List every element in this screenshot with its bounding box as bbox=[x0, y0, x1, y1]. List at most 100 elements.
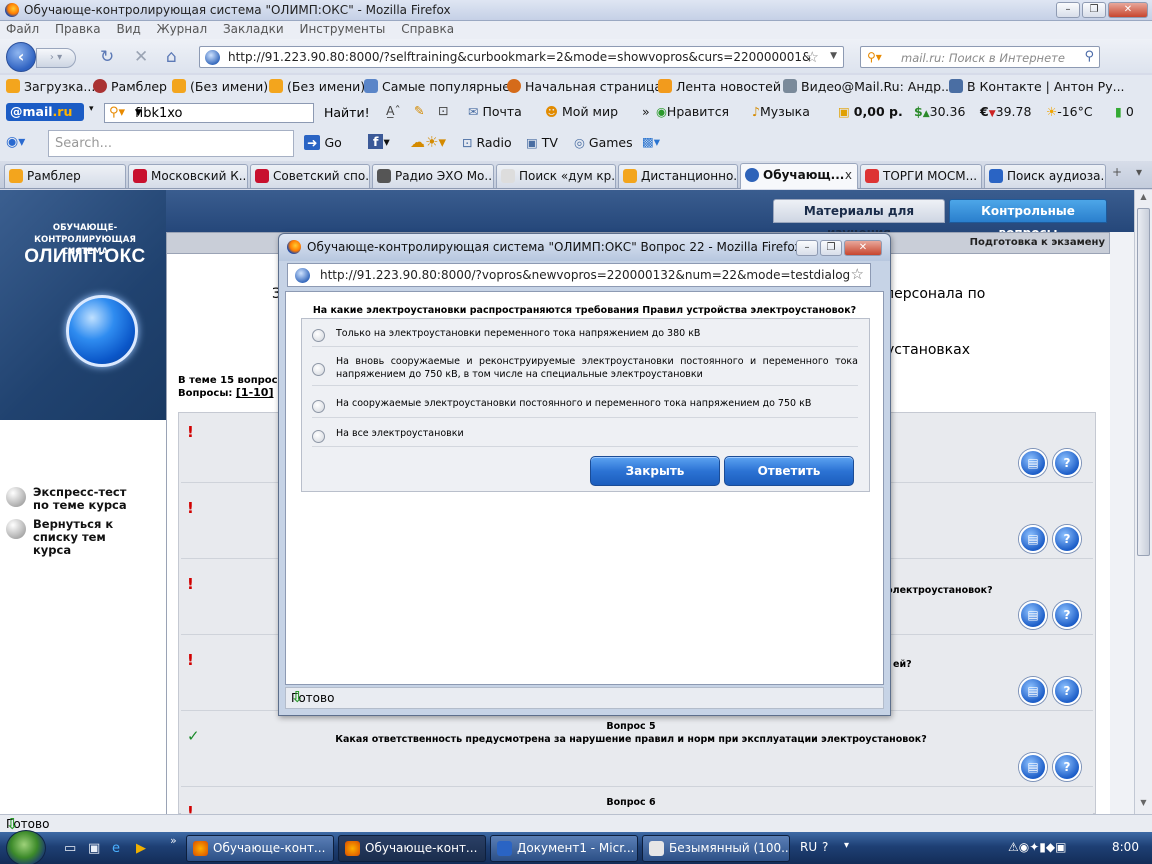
materials-round-button[interactable]: ▤ bbox=[1019, 677, 1047, 705]
quicklaunch-more-icon[interactable]: » bbox=[170, 834, 177, 847]
bookmark-item[interactable]: Лента новостей bbox=[658, 79, 781, 94]
questions-range-link[interactable]: [1-10] bbox=[236, 386, 274, 399]
back-button[interactable]: ‹ bbox=[6, 42, 36, 72]
web-search-box[interactable]: ⚲▾ mail.ru: Поиск в Интернете ⚲ bbox=[860, 46, 1100, 68]
help-round-button[interactable]: ? bbox=[1053, 753, 1081, 781]
switch-windows-icon[interactable]: ▣ bbox=[88, 841, 100, 856]
minimize-button[interactable]: – bbox=[1056, 2, 1080, 18]
eur-rate[interactable]: €▼39.78 bbox=[980, 104, 1031, 119]
radio-button[interactable]: ⊡ Radio bbox=[462, 135, 512, 150]
tab-rambler[interactable]: Рамблер bbox=[4, 164, 126, 188]
scroll-down-icon[interactable]: ▼ bbox=[1137, 798, 1150, 812]
forward-button[interactable]: › ▾ bbox=[36, 48, 76, 68]
tab-torgi[interactable]: ТОРГИ МОСМ... bbox=[860, 164, 982, 188]
materials-round-button[interactable]: ▤ bbox=[1019, 449, 1047, 477]
bookmark-item[interactable]: Видео@Mail.Ru: Андр... bbox=[783, 79, 953, 94]
taskbar-item[interactable]: Документ1 - Micr... bbox=[490, 835, 638, 862]
tab-close-icon[interactable]: x bbox=[845, 164, 852, 186]
music-link[interactable]: ♪Музыка bbox=[752, 104, 810, 119]
materials-tab[interactable]: Материалы для изучения bbox=[773, 199, 945, 240]
answer-option[interactable]: На все электроустановки bbox=[312, 425, 858, 447]
go-button[interactable]: ➜ Go bbox=[304, 135, 342, 150]
mail-link[interactable]: ✉ Почта bbox=[468, 104, 522, 119]
my-world-link[interactable]: ☻ Мой мир bbox=[545, 104, 618, 119]
traffic-link[interactable]: ▮ 0 bbox=[1115, 104, 1134, 119]
close-dialog-button[interactable]: Закрыть bbox=[590, 456, 720, 486]
social-icons[interactable]: ▩▾ bbox=[642, 134, 660, 149]
weather-link[interactable]: ☀-16°C bbox=[1046, 104, 1093, 119]
maximize-button[interactable]: ❐ bbox=[1082, 2, 1106, 18]
download-arrow-icon[interactable]: ⇩ bbox=[6, 815, 1146, 833]
games-button[interactable]: ◎ Games bbox=[574, 135, 633, 150]
find-button[interactable]: Найти! bbox=[318, 103, 376, 123]
bookmark-star-icon[interactable]: ☆ bbox=[851, 265, 864, 283]
menu-edit[interactable]: Правка bbox=[49, 21, 107, 37]
bookmark-item[interactable]: Самые популярные bbox=[364, 79, 510, 94]
site-identity-icon[interactable] bbox=[205, 50, 220, 65]
dialog-minimize-button[interactable]: – bbox=[796, 240, 818, 256]
balance-link[interactable]: ▣ 0,00 р. bbox=[838, 104, 903, 119]
clock[interactable]: 8:00 bbox=[1112, 840, 1139, 854]
font-size-icon[interactable]: A̲ˆ bbox=[386, 103, 401, 118]
reload-icon[interactable]: ↻ bbox=[100, 48, 114, 66]
back-to-topics-link[interactable]: Вернуться к списку тем курса bbox=[6, 518, 116, 557]
menu-view[interactable]: Вид bbox=[110, 21, 146, 37]
menu-file[interactable]: Файл bbox=[0, 21, 45, 37]
express-test-link[interactable]: Экспресс-тест по теме курса bbox=[6, 486, 136, 512]
mailru-logo[interactable]: @mail.ru bbox=[6, 103, 84, 121]
dialog-close-button[interactable]: ✕ bbox=[844, 240, 882, 256]
question-row[interactable]: ! Вопрос 6 bbox=[181, 793, 1093, 814]
tray-apps-icons[interactable]: ⚠◉✦▮◆▣ bbox=[1008, 840, 1066, 854]
menu-help[interactable]: Справка bbox=[395, 21, 460, 37]
show-desktop-icon[interactable]: ▭ bbox=[64, 841, 76, 856]
tv-button[interactable]: ▣ TV bbox=[526, 135, 558, 150]
mailru-search-input[interactable]: ⚲▾ fibk1xo ▼ bbox=[104, 103, 314, 123]
url-bar[interactable]: http://91.223.90.80:8000/?selftraining&c… bbox=[199, 46, 844, 68]
tab-wiki[interactable]: Поиск «дум кр... bbox=[496, 164, 616, 188]
tab-audio-search[interactable]: Поиск аудиоза... bbox=[984, 164, 1106, 188]
site-identity-icon[interactable] bbox=[295, 268, 310, 283]
start-button[interactable] bbox=[6, 830, 46, 864]
vertical-scrollbar[interactable]: ▲ ▼ bbox=[1134, 190, 1152, 814]
url-dropdown-icon[interactable]: ▼ bbox=[830, 51, 837, 61]
overflow-chevron-icon[interactable]: » bbox=[642, 104, 650, 119]
help-round-button[interactable]: ? bbox=[1053, 601, 1081, 629]
scroll-up-icon[interactable]: ▲ bbox=[1137, 192, 1150, 206]
answer-radio[interactable] bbox=[312, 400, 325, 413]
mailru-menu-icon[interactable]: ▾ bbox=[89, 104, 94, 114]
tab-echo[interactable]: Радио ЭХО Мо... bbox=[372, 164, 494, 188]
bookmark-item[interactable]: В Контакте | Антон Ру... bbox=[949, 79, 1125, 94]
search-go-icon[interactable]: ⚲ bbox=[1084, 49, 1094, 64]
bookmark-item[interactable]: Рамблер bbox=[93, 79, 167, 94]
search-engine-icon[interactable]: ⚲▾ bbox=[867, 50, 882, 64]
tab-list-icon[interactable]: ▾ bbox=[1136, 165, 1142, 179]
bookmark-item[interactable]: Начальная страница bbox=[507, 79, 662, 94]
close-button[interactable]: ✕ bbox=[1108, 2, 1148, 18]
answer-button[interactable]: Ответить bbox=[724, 456, 854, 486]
question-row[interactable]: ✓ Вопрос 5 Какая ответственность предусм… bbox=[181, 717, 1093, 787]
answer-radio[interactable] bbox=[312, 363, 325, 376]
dialog-url-bar[interactable]: http://91.223.90.80:8000/?vopros&newvopr… bbox=[287, 263, 871, 287]
bookmark-item[interactable]: (Без имени) bbox=[172, 79, 268, 94]
scrollbar-thumb[interactable] bbox=[1137, 208, 1150, 556]
help-round-button[interactable]: ? bbox=[1053, 525, 1081, 553]
taskbar-item-active[interactable]: Обучающе-конт... bbox=[338, 835, 486, 862]
materials-round-button[interactable]: ▤ bbox=[1019, 525, 1047, 553]
highlight-icon[interactable]: ✎ bbox=[414, 103, 424, 118]
usd-rate[interactable]: $▲30.36 bbox=[914, 104, 965, 119]
answer-radio[interactable] bbox=[312, 329, 325, 342]
bookmark-item[interactable]: Загрузка... bbox=[6, 79, 95, 94]
menu-history[interactable]: Журнал bbox=[151, 21, 214, 37]
chevron-down-icon[interactable]: ▼ bbox=[135, 108, 309, 118]
tab-scroll-icon[interactable]: + bbox=[1112, 165, 1122, 179]
tab-mk[interactable]: Московский К... bbox=[128, 164, 248, 188]
bookmark-star-icon[interactable]: ☆ bbox=[806, 48, 819, 66]
tab-sport[interactable]: Советский спо... bbox=[250, 164, 370, 188]
dialog-maximize-button[interactable]: ❐ bbox=[820, 240, 842, 256]
toolbar-search-input[interactable]: Search... bbox=[48, 130, 294, 157]
taskbar-item[interactable]: Обучающе-конт... bbox=[186, 835, 334, 862]
answer-option[interactable]: На вновь сооружаемые и реконструируемые … bbox=[312, 353, 858, 386]
ie-icon[interactable]: e bbox=[112, 841, 120, 856]
control-questions-tab[interactable]: Контрольные вопросы bbox=[949, 199, 1107, 240]
help-round-button[interactable]: ? bbox=[1053, 449, 1081, 477]
